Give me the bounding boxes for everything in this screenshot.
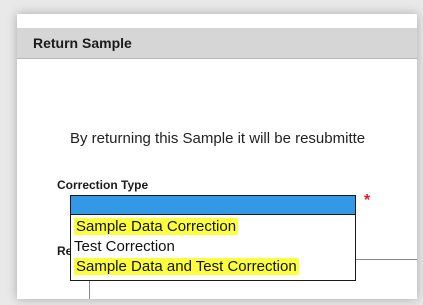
option-label: Test Correction (74, 238, 175, 255)
required-marker: * (364, 192, 371, 209)
option-label: Sample Data and Test Correction (74, 258, 299, 275)
return-sample-dialog: Return Sample By returning this Sample i… (17, 14, 417, 299)
correction-type-label: Correction Type (57, 178, 149, 192)
option-label: Sample Data Correction (74, 218, 239, 235)
correction-type-select[interactable] (70, 195, 356, 215)
return-message: By returning this Sample it will be resu… (70, 130, 366, 147)
correction-type-options: Sample Data Correction Test Correction S… (70, 215, 356, 281)
option-test-correction[interactable]: Test Correction (71, 237, 355, 257)
option-sample-data-and-test-correction[interactable]: Sample Data and Test Correction (71, 257, 355, 277)
dialog-title: Return Sample (33, 35, 132, 51)
option-sample-data-correction[interactable]: Sample Data Correction (71, 217, 355, 237)
dialog-titlebar: Return Sample (17, 28, 417, 59)
